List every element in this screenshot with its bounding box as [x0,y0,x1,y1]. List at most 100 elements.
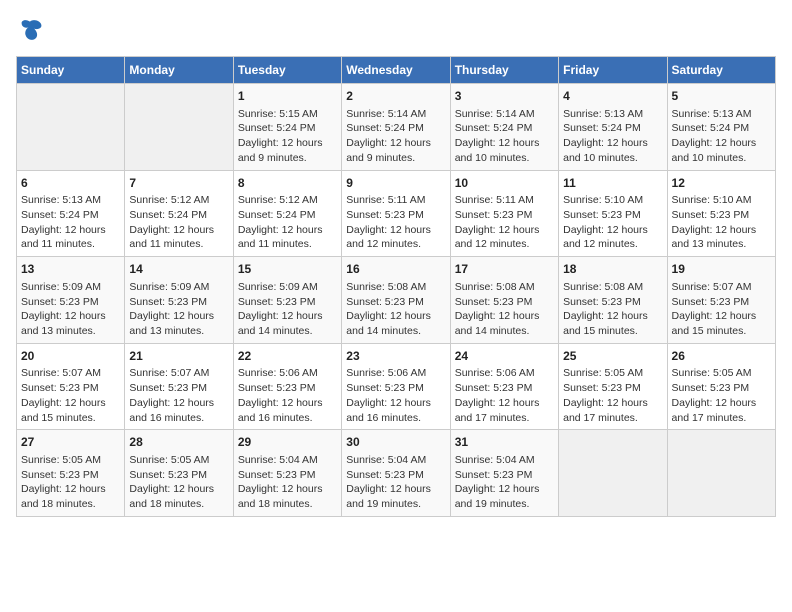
sunrise-text: Sunrise: 5:04 AM [346,453,445,468]
daylight-text: Daylight: 12 hours and 16 minutes. [346,396,445,425]
day-number: 8 [238,175,337,192]
day-cell: 11Sunrise: 5:10 AMSunset: 5:23 PMDayligh… [559,170,667,257]
sunrise-text: Sunrise: 5:09 AM [21,280,120,295]
col-header-monday: Monday [125,57,233,84]
day-number: 18 [563,261,662,278]
day-number: 25 [563,348,662,365]
sunset-text: Sunset: 5:23 PM [455,295,554,310]
sunset-text: Sunset: 5:23 PM [129,381,228,396]
daylight-text: Daylight: 12 hours and 19 minutes. [455,482,554,511]
day-cell: 23Sunrise: 5:06 AMSunset: 5:23 PMDayligh… [342,343,450,430]
sunrise-text: Sunrise: 5:08 AM [455,280,554,295]
sunset-text: Sunset: 5:23 PM [21,295,120,310]
daylight-text: Daylight: 12 hours and 12 minutes. [455,223,554,252]
day-cell: 31 Sunrise: 5:04 AMSunset: 5:23 PMDayligh… [450,430,558,517]
sunset-text: Sunset: 5:23 PM [563,381,662,396]
day-cell: 20Sunrise: 5:07 AMSunset: 5:23 PMDayligh… [17,343,125,430]
daylight-text: Daylight: 12 hours and 13 minutes. [21,309,120,338]
week-row-3: 13Sunrise: 5:09 AMSunset: 5:23 PMDayligh… [17,257,776,344]
day-number: 19 [672,261,771,278]
day-number: 28 [129,434,228,451]
daylight-text: Daylight: 12 hours and 11 minutes. [129,223,228,252]
sunrise-text: Sunrise: 5:12 AM [129,193,228,208]
daylight-text: Daylight: 12 hours and 17 minutes. [672,396,771,425]
daylight-text: Daylight: 12 hours and 10 minutes. [455,136,554,165]
sunset-text: Sunset: 5:23 PM [455,468,554,483]
day-cell [125,84,233,171]
sunset-text: Sunset: 5:23 PM [238,381,337,396]
daylight-text: Daylight: 12 hours and 10 minutes. [563,136,662,165]
sunset-text: Sunset: 5:24 PM [238,121,337,136]
sunrise-text: Sunrise: 5:06 AM [238,366,337,381]
day-cell: 2Sunrise: 5:14 AMSunset: 5:24 PMDaylight… [342,84,450,171]
sunset-text: Sunset: 5:23 PM [346,295,445,310]
sunrise-text: Sunrise: 5:05 AM [129,453,228,468]
calendar-table: SundayMondayTuesdayWednesdayThursdayFrid… [16,56,776,517]
sunset-text: Sunset: 5:23 PM [455,208,554,223]
daylight-text: Daylight: 12 hours and 15 minutes. [21,396,120,425]
day-number: 21 [129,348,228,365]
week-row-2: 6Sunrise: 5:13 AMSunset: 5:24 PMDaylight… [17,170,776,257]
day-number: 1 [238,88,337,105]
daylight-text: Daylight: 12 hours and 10 minutes. [672,136,771,165]
sunset-text: Sunset: 5:23 PM [21,468,120,483]
sunset-text: Sunset: 5:23 PM [455,381,554,396]
logo [16,16,48,44]
day-cell: 3Sunrise: 5:14 AMSunset: 5:24 PMDaylight… [450,84,558,171]
day-number: 5 [672,88,771,105]
day-number: 12 [672,175,771,192]
day-cell: 29Sunrise: 5:04 AMSunset: 5:23 PMDayligh… [233,430,341,517]
day-number: 13 [21,261,120,278]
sunset-text: Sunset: 5:23 PM [346,381,445,396]
sunrise-text: Sunrise: 5:14 AM [346,107,445,122]
sunrise-text: Sunrise: 5:10 AM [563,193,662,208]
day-cell: 22Sunrise: 5:06 AMSunset: 5:23 PMDayligh… [233,343,341,430]
day-number: 31 [455,434,554,451]
day-cell: 12Sunrise: 5:10 AMSunset: 5:23 PMDayligh… [667,170,775,257]
sunset-text: Sunset: 5:23 PM [129,468,228,483]
daylight-text: Daylight: 12 hours and 13 minutes. [129,309,228,338]
logo-bird-icon [16,16,44,44]
week-row-1: 1Sunrise: 5:15 AMSunset: 5:24 PMDaylight… [17,84,776,171]
day-cell [17,84,125,171]
daylight-text: Daylight: 12 hours and 16 minutes. [238,396,337,425]
sunrise-text: Sunrise: 5:14 AM [455,107,554,122]
daylight-text: Daylight: 12 hours and 15 minutes. [563,309,662,338]
sunrise-text: Sunrise: 5:13 AM [563,107,662,122]
day-number: 10 [455,175,554,192]
day-cell: 9Sunrise: 5:11 AMSunset: 5:23 PMDaylight… [342,170,450,257]
sunset-text: Sunset: 5:23 PM [346,208,445,223]
sunrise-text: Sunrise: 5:05 AM [672,366,771,381]
daylight-text: Daylight: 12 hours and 18 minutes. [238,482,337,511]
sunset-text: Sunset: 5:23 PM [21,381,120,396]
header [16,16,776,44]
day-cell: 5Sunrise: 5:13 AMSunset: 5:24 PMDaylight… [667,84,775,171]
header-row: SundayMondayTuesdayWednesdayThursdayFrid… [17,57,776,84]
sunrise-text: Sunrise: 5:08 AM [563,280,662,295]
col-header-friday: Friday [559,57,667,84]
day-cell: 21Sunrise: 5:07 AMSunset: 5:23 PMDayligh… [125,343,233,430]
day-number: 20 [21,348,120,365]
sunrise-text: Sunrise: 5:06 AM [346,366,445,381]
week-row-4: 20Sunrise: 5:07 AMSunset: 5:23 PMDayligh… [17,343,776,430]
daylight-text: Daylight: 12 hours and 18 minutes. [129,482,228,511]
day-cell: 17Sunrise: 5:08 AMSunset: 5:23 PMDayligh… [450,257,558,344]
daylight-text: Daylight: 12 hours and 9 minutes. [238,136,337,165]
sunrise-text: Sunrise: 5:08 AM [346,280,445,295]
col-header-sunday: Sunday [17,57,125,84]
sunset-text: Sunset: 5:24 PM [563,121,662,136]
sunset-text: Sunset: 5:24 PM [672,121,771,136]
day-cell: 10Sunrise: 5:11 AMSunset: 5:23 PMDayligh… [450,170,558,257]
sunset-text: Sunset: 5:23 PM [346,468,445,483]
col-header-wednesday: Wednesday [342,57,450,84]
sunset-text: Sunset: 5:24 PM [21,208,120,223]
daylight-text: Daylight: 12 hours and 11 minutes. [238,223,337,252]
sunset-text: Sunset: 5:23 PM [129,295,228,310]
day-cell: 16Sunrise: 5:08 AMSunset: 5:23 PMDayligh… [342,257,450,344]
sunrise-text: Sunrise: 5:09 AM [238,280,337,295]
daylight-text: Daylight: 12 hours and 18 minutes. [21,482,120,511]
day-cell: 14Sunrise: 5:09 AMSunset: 5:23 PMDayligh… [125,257,233,344]
daylight-text: Daylight: 12 hours and 12 minutes. [346,223,445,252]
sunrise-text: Sunrise: 5:04 AM [238,453,337,468]
sunrise-text: Sunrise: 5:04 AM [455,453,554,468]
